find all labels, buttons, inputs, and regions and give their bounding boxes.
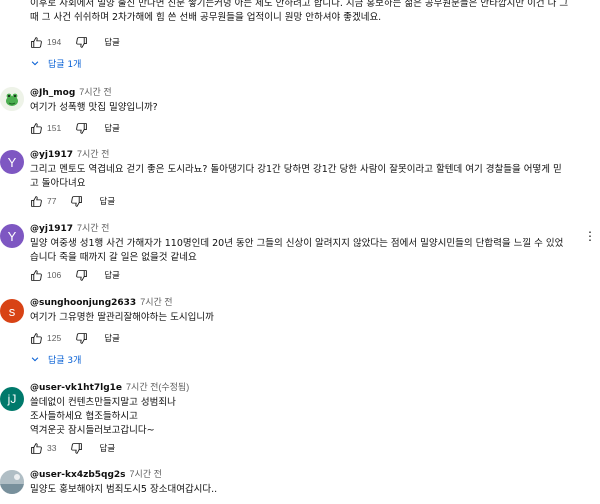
comment-text-line-1: 이후로 사회에서 밀양 출신 만나면 진분 쌓기는커녕 아는 체도 안하려고 합… xyxy=(30,0,569,9)
frog-avatar[interactable] xyxy=(0,87,24,111)
thumbs-up-icon[interactable] xyxy=(30,36,43,49)
comment-text-line-1: 그리고 멘토도 역겹네요 걷기 좋은 도시라뇨? 돌아댕기다 강1간 당하면 강… xyxy=(30,164,562,175)
comment-body: @user-kx4zb5qg2s 7시간 전 밀양도 홍보해야지 범죄도시5 장소… xyxy=(30,468,580,497)
comment-time[interactable]: 7시간 전 xyxy=(77,149,109,159)
comment-text-line-1: 쓸데없이 컨텐츠만들지말고 성범죄나 xyxy=(30,397,176,408)
comment-author[interactable]: @yj1917 xyxy=(30,150,73,160)
comment-body: @yj1917 7시간 전 밀양 여중생 성1행 사건 가해자가 110명인데 2… xyxy=(30,222,580,265)
thumbs-down-icon[interactable] xyxy=(75,122,88,135)
comment-meta: @Jh_mog 7시간 전 xyxy=(30,86,580,99)
comment-text-line-1: 밀양 여중생 성1행 사건 가해자가 110명인데 20년 동안 그들의 신상이… xyxy=(30,238,564,249)
thumbs-down-icon[interactable] xyxy=(75,36,88,49)
comment-text-line-2: 습니다 죽을 때까지 갈 일은 없을것 같네요 xyxy=(30,252,197,263)
thumbs-up-icon[interactable] xyxy=(30,269,43,282)
comment-body: @yj1917 7시간 전 그리고 멘토도 역겹네요 걷기 좋은 도시라뇨? 돌아… xyxy=(30,148,580,191)
view-replies-label: 답글 1개 xyxy=(48,59,82,70)
comment-author[interactable]: @yj1917 xyxy=(30,224,73,234)
avatar[interactable]: s xyxy=(0,299,24,323)
view-replies-button[interactable]: 답글 1개 xyxy=(30,56,81,70)
comment-author[interactable]: @user-vk1ht7lg1e xyxy=(30,383,122,393)
comment-actions: 77 답글 xyxy=(30,194,115,208)
thumbs-up-icon[interactable] xyxy=(30,195,43,208)
thumbs-down-icon[interactable] xyxy=(70,442,83,455)
comment-meta: @user-vk1ht7lg1e 7시간 전(수정됨) xyxy=(30,381,580,394)
thumbs-up-icon[interactable] xyxy=(30,122,43,135)
photo-avatar[interactable] xyxy=(0,470,24,494)
like-count: 151 xyxy=(47,123,62,133)
thumbs-down-icon[interactable] xyxy=(75,269,88,282)
chevron-down-icon xyxy=(31,357,39,362)
comment-actions: 151 답글 xyxy=(30,121,120,135)
comment-meta: @yj1917 7시간 전 xyxy=(30,222,580,235)
like-count: 77 xyxy=(47,196,57,206)
avatar[interactable]: Y xyxy=(0,150,24,174)
comment-meta: @user-kx4zb5qg2s 7시간 전 xyxy=(30,468,580,481)
comment-meta: @sunghoonjung2633 7시간 전 xyxy=(30,296,580,309)
more-actions-icon[interactable]: ⋮ xyxy=(584,230,596,242)
thumbs-up-icon[interactable] xyxy=(30,332,43,345)
comment-time[interactable]: 7시간 전 xyxy=(130,469,162,479)
comment-body: @Jh_mog 7시간 전 여기가 성폭행 맛집 밀양입니까? xyxy=(30,86,580,115)
comment-actions: 33 답글 xyxy=(30,441,115,455)
reply-button[interactable]: 답글 xyxy=(104,332,120,344)
thumbs-down-icon[interactable] xyxy=(75,332,88,345)
reply-button[interactable]: 답글 xyxy=(99,442,115,454)
chevron-down-icon xyxy=(31,61,39,66)
reply-button[interactable]: 답글 xyxy=(104,36,120,48)
comment-time[interactable]: 7시간 전 xyxy=(79,87,111,97)
comment-text-line-2: 조사들하세요 협조들하시고 xyxy=(30,411,138,422)
like-count: 106 xyxy=(47,270,62,280)
comment-actions: 194 답글 xyxy=(30,35,120,49)
like-count: 33 xyxy=(47,443,57,453)
avatar[interactable]: jJ xyxy=(0,387,24,411)
comment-body: @user-vk1ht7lg1e 7시간 전(수정됨) 쓸데없이 컨텐츠만들지말고… xyxy=(30,381,580,438)
comment-body: @sunghoonjung2633 7시간 전 여기가 그유명한 딸관리잘해야하는… xyxy=(30,296,580,325)
comment-actions: 125 답글 xyxy=(30,331,120,345)
reply-button[interactable]: 답글 xyxy=(99,195,115,207)
comment-text-line-2: 고 돌아다녀요 xyxy=(30,178,86,189)
comment-actions: 106 답글 xyxy=(30,268,120,282)
thumbs-down-icon[interactable] xyxy=(70,195,83,208)
reply-button[interactable]: 답글 xyxy=(104,122,120,134)
comment-body: 이후로 사회에서 밀양 출신 만나면 진분 쌓기는커녕 아는 체도 안하려고 합… xyxy=(30,0,580,25)
comment-author[interactable]: @sunghoonjung2633 xyxy=(30,298,136,308)
avatar[interactable]: Y xyxy=(0,224,24,248)
reply-button[interactable]: 답글 xyxy=(104,269,120,281)
comment-author[interactable]: @user-kx4zb5qg2s xyxy=(30,470,126,480)
thumbs-up-icon[interactable] xyxy=(30,442,43,455)
comment-meta: @yj1917 7시간 전 xyxy=(30,148,580,161)
comment-text-line-2: 때 그 사건 쉬쉬하며 2차가해에 힘 쓴 선배 공무원들을 업적이니 원망 안… xyxy=(30,12,382,23)
like-count: 194 xyxy=(47,37,62,47)
comment-text-line-1: 밀양도 홍보해야지 범죄도시5 장소대여갑시다.. xyxy=(30,484,218,495)
comment-time[interactable]: 7시간 전 xyxy=(77,223,109,233)
like-count: 125 xyxy=(47,333,62,343)
view-replies-button[interactable]: 답글 3개 xyxy=(30,352,81,366)
view-replies-label: 답글 3개 xyxy=(48,355,82,366)
comment-text-line-1: 여기가 그유명한 딸관리잘해야하는 도시입니까 xyxy=(30,312,214,323)
comment-time[interactable]: 7시간 전(수정됨) xyxy=(126,382,189,392)
comment-time[interactable]: 7시간 전 xyxy=(140,297,172,307)
comment-text-line-3: 역겨운곳 잠시들러보고갑니다~ xyxy=(30,425,155,436)
comment-author[interactable]: @Jh_mog xyxy=(30,88,75,98)
comment-text-line-1: 여기가 성폭행 맛집 밀양입니까? xyxy=(30,102,158,113)
